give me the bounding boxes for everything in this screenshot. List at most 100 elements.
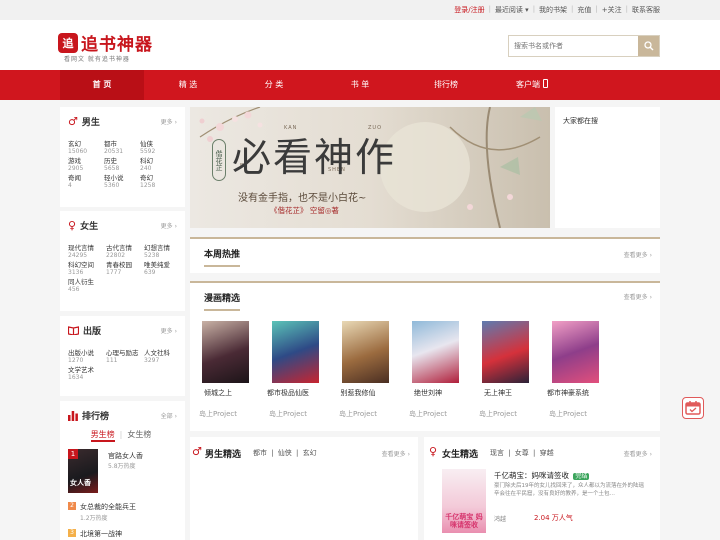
category-item[interactable]: 都市 20531: [104, 140, 140, 155]
follow-link[interactable]: +关注: [602, 5, 622, 15]
category-name: 历史: [104, 157, 117, 165]
book-author: 鸿越: [494, 516, 507, 523]
female-pick-tabs[interactable]: 现言 | 女尊 | 穿越: [490, 448, 554, 458]
manga-cover[interactable]: [342, 321, 389, 383]
female-pick-more-link[interactable]: 查看更多 ›: [624, 449, 652, 458]
category-count: 1258: [140, 182, 156, 189]
weekly-section: 本周热推 查看更多 ›: [190, 237, 660, 273]
category-item[interactable]: 游戏 2905: [68, 157, 104, 172]
female-more-link[interactable]: 更多 ›: [161, 221, 177, 230]
category-item[interactable]: 同人衍生 456: [68, 278, 106, 293]
category-name: 游戏: [68, 157, 81, 165]
category-name: 出版小说: [68, 349, 94, 357]
nav-featured[interactable]: 精 选: [146, 70, 230, 100]
search-button[interactable]: [638, 36, 659, 56]
manga-name[interactable]: 绝世刘神: [397, 388, 459, 398]
category-item[interactable]: 科幻空间 3136: [68, 261, 106, 276]
book-cover[interactable]: 千亿萌宝 妈咪请签收: [442, 469, 486, 533]
publish-more-link[interactable]: 更多 ›: [161, 326, 177, 335]
separator: |: [532, 5, 536, 13]
site-logo[interactable]: 追 追书神器: [58, 30, 153, 55]
category-item[interactable]: 唯美纯爱 639: [144, 261, 182, 276]
login-link[interactable]: 登录/注册: [454, 5, 484, 15]
category-count: 15060: [68, 148, 88, 155]
manga-more-link[interactable]: 查看更多 ›: [624, 292, 652, 301]
male-pick-section: ♂ 男生精选 都市 | 仙侠 | 玄幻 查看更多 ›: [190, 437, 418, 540]
rank-book-title[interactable]: 北境第一战神: [80, 529, 122, 539]
rank-all-link[interactable]: 全部 ›: [161, 411, 177, 420]
category-item[interactable]: 历史 5658: [104, 157, 140, 172]
category-item[interactable]: 文学艺术 1634: [68, 366, 106, 381]
rank-tabs: 男生榜 | 女生榜: [60, 429, 182, 442]
manga-name[interactable]: 倾城之上: [187, 388, 249, 398]
manga-section: 漫画精选 查看更多 › 倾城之上 岛上Project 都市极品仙医 岛上Proj…: [190, 281, 660, 431]
book-title-text: 千亿萌宝：妈咪请签收: [494, 471, 569, 480]
manga-cover[interactable]: [552, 321, 599, 383]
male-icon: ♂: [68, 115, 78, 128]
category-item[interactable]: 现代言情 24295: [68, 244, 106, 259]
category-item[interactable]: 幻想言情 5238: [144, 244, 182, 259]
category-item[interactable]: 仙侠 5592: [140, 140, 176, 155]
manga-cover[interactable]: [272, 321, 319, 383]
manga-cover[interactable]: [412, 321, 459, 383]
female-category-grid: 现代言情 24295 古代言情 22802 幻想言情 5238 科幻空间 3136 青春…: [68, 244, 182, 293]
more-label: 更多: [160, 328, 173, 335]
tab-male-rank[interactable]: 男生榜: [90, 430, 115, 442]
category-item[interactable]: 奇闻 4: [68, 174, 104, 189]
category-item[interactable]: 奇幻 1258: [140, 174, 176, 189]
rank-cover[interactable]: 1 女人香: [68, 449, 98, 493]
category-count: 2905: [68, 165, 84, 172]
male-more-link[interactable]: 更多 ›: [161, 117, 177, 126]
banner-carousel[interactable]: 偕花芷 KAN BI ZUO SHEN 必看神作 没有金手指，也不是小白花~ 《…: [190, 107, 550, 228]
category-name: 同人衍生: [68, 278, 94, 286]
category-item[interactable]: 人文社科 3297: [144, 349, 184, 364]
nav-booklists[interactable]: 书 单: [318, 70, 402, 100]
nav-client[interactable]: 客户端: [490, 70, 574, 100]
rank-title: 排行榜: [68, 409, 109, 422]
recharge-link[interactable]: 充值: [577, 5, 591, 15]
rank-book-title[interactable]: 官路女人香: [108, 451, 143, 461]
male-pick-tabs[interactable]: 都市 | 仙侠 | 玄幻: [253, 448, 317, 458]
publish-category-grid: 出版小说 1270 心理与励志 111 人文社科 3297 文学艺术 1634: [68, 349, 184, 381]
manga-name[interactable]: 都市极品仙医: [257, 388, 319, 398]
top-bar: 登录/注册 | 最近阅读 ▾ | 我的书架 | 充值 | +关注 | 联系客服: [0, 0, 720, 20]
contact-service-link[interactable]: 联系客服: [632, 5, 660, 15]
rank-book-title[interactable]: 女总裁的全能兵王: [80, 502, 136, 512]
category-name: 轻小说: [104, 174, 124, 182]
manga-name[interactable]: 无上神王: [467, 388, 529, 398]
recent-reading-link[interactable]: 最近阅读 ▾: [495, 5, 529, 15]
category-item[interactable]: 科幻 240: [140, 157, 176, 172]
nav-categories[interactable]: 分 类: [232, 70, 316, 100]
tab-female-rank[interactable]: 女生榜: [127, 430, 151, 439]
manga-cover[interactable]: [482, 321, 529, 383]
category-item[interactable]: 轻小说 5360: [104, 174, 140, 189]
book-icon: [68, 326, 79, 335]
weekly-title: 本周热推: [204, 247, 241, 267]
banner-title: 必看神作: [232, 136, 397, 181]
manga-name[interactable]: 都市神豪系统: [537, 388, 599, 398]
male-pick-more-link[interactable]: 查看更多 ›: [382, 449, 410, 458]
status-badge: 完结: [573, 473, 590, 480]
category-item[interactable]: 古代言情 22802: [106, 244, 144, 259]
nav-rankings[interactable]: 排行榜: [404, 70, 488, 100]
book-title[interactable]: 千亿萌宝：妈咪请签收 完结: [494, 470, 590, 481]
category-item[interactable]: 青春校园 1777: [106, 261, 144, 276]
manga-cover[interactable]: [202, 321, 249, 383]
nav-home[interactable]: 首 页: [60, 70, 144, 100]
female-category-box: ♀ 女生 更多 › 现代言情 24295 古代言情 22802 幻想言情 5238 科幻…: [60, 211, 185, 311]
search-input[interactable]: [509, 36, 639, 56]
weekly-more-link[interactable]: 查看更多 ›: [624, 250, 652, 259]
category-name: 奇幻: [140, 174, 153, 182]
category-item[interactable]: 出版小说 1270: [68, 349, 106, 364]
sign-in-calendar-button[interactable]: [682, 397, 704, 419]
banner-credit: 《偕花芷》 空留◎著: [270, 206, 339, 215]
category-item[interactable]: 玄幻 15060: [68, 140, 104, 155]
category-item[interactable]: 心理与励志 111: [106, 349, 144, 364]
search-icon: [643, 41, 653, 51]
category-count: 1777: [106, 269, 122, 276]
manga-name[interactable]: 别惹我修仙: [327, 388, 389, 398]
bookshelf-link[interactable]: 我的书架: [539, 5, 567, 15]
category-count: 3297: [144, 357, 160, 364]
site-header: 追 追书神器 看网文 就有追书神器: [0, 20, 720, 70]
category-name: 人文社科: [144, 349, 170, 357]
